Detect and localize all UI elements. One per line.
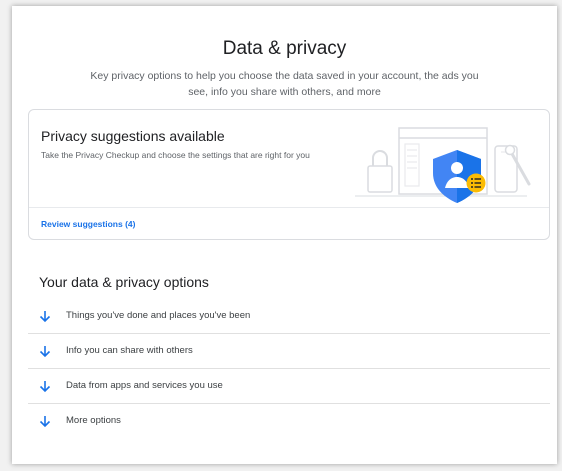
option-more-options[interactable]: More options xyxy=(28,404,550,439)
option-data-from-apps[interactable]: Data from apps and services you use xyxy=(28,369,550,404)
option-label: More options xyxy=(66,415,121,426)
page-subtitle: Key privacy options to help you choose t… xyxy=(90,70,479,98)
option-label: Things you've done and places you've bee… xyxy=(66,310,251,321)
card-divider xyxy=(29,207,549,208)
list-badge-icon xyxy=(466,173,486,193)
page-container: Data & privacy Key privacy options to he… xyxy=(12,6,557,464)
option-label: Data from apps and services you use xyxy=(66,380,223,391)
option-info-you-share[interactable]: Info you can share with others xyxy=(28,334,550,369)
arrow-down-icon xyxy=(39,346,51,358)
review-suggestions-link[interactable]: Review suggestions (4) xyxy=(41,219,135,229)
arrow-down-icon xyxy=(39,311,51,323)
arrow-down-icon xyxy=(39,416,51,428)
options-section-title: Your data & privacy options xyxy=(39,274,209,290)
card-title: Privacy suggestions available xyxy=(41,128,225,144)
option-label: Info you can share with others xyxy=(66,345,193,356)
privacy-checkup-illustration xyxy=(355,127,531,203)
arrow-down-icon xyxy=(39,381,51,393)
privacy-options-list: Things you've done and places you've bee… xyxy=(28,299,550,439)
page-title: Data & privacy xyxy=(222,38,347,59)
option-activity-and-places[interactable]: Things you've done and places you've bee… xyxy=(28,299,550,334)
privacy-suggestions-card: Privacy suggestions available Take the P… xyxy=(28,109,550,240)
lock-icon xyxy=(367,150,393,193)
card-description: Take the Privacy Checkup and choose the … xyxy=(41,150,310,160)
